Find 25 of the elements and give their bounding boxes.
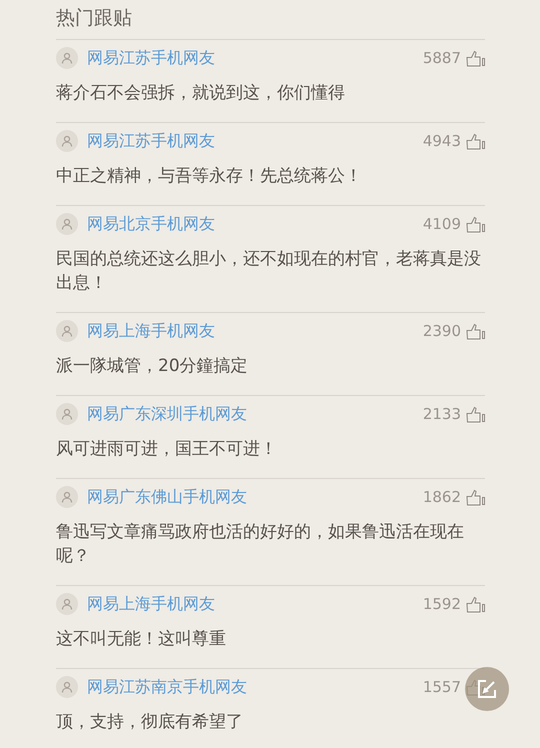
section-title: 热门跟贴 bbox=[56, 6, 133, 31]
like-count: 2390 bbox=[422, 320, 461, 342]
comment-text: 这不叫无能！这叫尊重 bbox=[56, 628, 227, 651]
like-count: 1592 bbox=[422, 594, 461, 615]
comment-text: 蒋介石不会强拆，就说到这，你们懂得 bbox=[56, 82, 346, 105]
like-count: 2133 bbox=[422, 404, 461, 425]
comment-text: 顶，支持，彻底有希望了 bbox=[56, 711, 244, 734]
username[interactable]: 网易江苏手机网友 bbox=[87, 46, 215, 70]
comment-text: 风可进雨可进，国王不可进！ bbox=[56, 438, 278, 461]
username[interactable]: 网易广东佛山手机网友 bbox=[87, 485, 247, 509]
like-count: 4943 bbox=[422, 130, 461, 152]
username[interactable]: 网易上海手机网友 bbox=[87, 319, 215, 343]
like-count: 1862 bbox=[422, 486, 461, 508]
username[interactable]: 网易北京手机网友 bbox=[87, 212, 215, 236]
comment-text: 民国的总统还这么胆小，还不如现在的村官，老蒋真是没出息！ bbox=[56, 248, 482, 295]
comment-text: 鲁迅写文章痛骂政府也活的好好的，如果鲁迅活在现在呢？ bbox=[56, 521, 465, 568]
comment-text: 派一隊城管，20分鐘搞定 bbox=[56, 355, 249, 378]
username[interactable]: 网易上海手机网友 bbox=[87, 592, 215, 616]
like-count: 1557 bbox=[422, 676, 461, 698]
like-count: 5887 bbox=[422, 48, 461, 69]
username[interactable]: 网易江苏手机网友 bbox=[87, 129, 215, 153]
like-count: 4109 bbox=[422, 214, 461, 235]
username[interactable]: 网易江苏南京手机网友 bbox=[87, 675, 247, 699]
username[interactable]: 网易广东深圳手机网友 bbox=[87, 402, 247, 426]
comment-text: 中正之精神，与吾等永存！先总统蒋公！ bbox=[56, 165, 363, 188]
